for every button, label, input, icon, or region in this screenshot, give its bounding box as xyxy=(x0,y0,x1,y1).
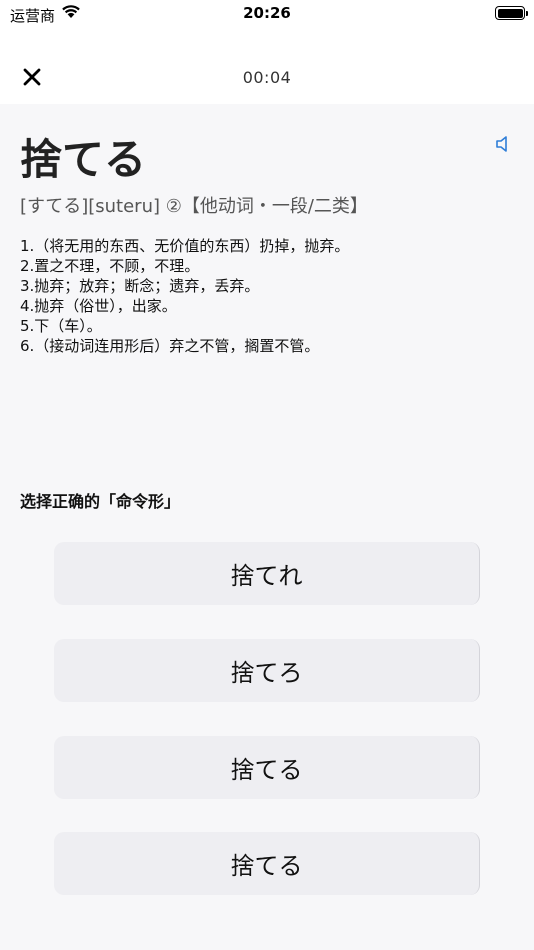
meaning-item: 5.下（车）。 xyxy=(20,317,102,335)
answer-option-1[interactable]: 捨てれ xyxy=(54,542,480,605)
quiz-timer: 00:04 xyxy=(242,68,292,87)
battery-icon xyxy=(495,6,528,20)
meaning-item: 6.（接动词连用形后）弃之不管，搁置不管。 xyxy=(20,337,320,355)
top-bar: 运营商 20:26 00:04 xyxy=(0,0,534,104)
answer-option-3[interactable]: 捨てる xyxy=(54,736,480,799)
meaning-item: 2.置之不理，不顾，不理。 xyxy=(20,257,200,275)
meaning-item: 4.抛弃（俗世），出家。 xyxy=(20,297,177,315)
meaning-list: 1.（将无用的东西、无价值的东西）扔掉，抛弃。 2.置之不理，不顾，不理。 3.… xyxy=(20,236,520,356)
quiz-prompt: 选择正确的「命令形」 xyxy=(20,492,181,511)
answer-option-2[interactable]: 捨てろ xyxy=(54,639,480,702)
meaning-item: 1.（将无用的东西、无价值的东西）扔掉，抛弃。 xyxy=(20,237,350,255)
word-title: 捨てる xyxy=(20,135,147,184)
status-time: 20:26 xyxy=(243,4,291,22)
word-reading: [すてる][suteru] ②【他动词・一段/二类】 xyxy=(20,196,368,217)
meaning-item: 3.抛弃；放弃；断念；遗弃，丢弃。 xyxy=(20,277,260,295)
speaker-icon[interactable] xyxy=(494,134,514,154)
answer-option-4[interactable]: 捨てる xyxy=(54,832,480,895)
status-bar: 运营商 20:26 xyxy=(0,0,534,30)
